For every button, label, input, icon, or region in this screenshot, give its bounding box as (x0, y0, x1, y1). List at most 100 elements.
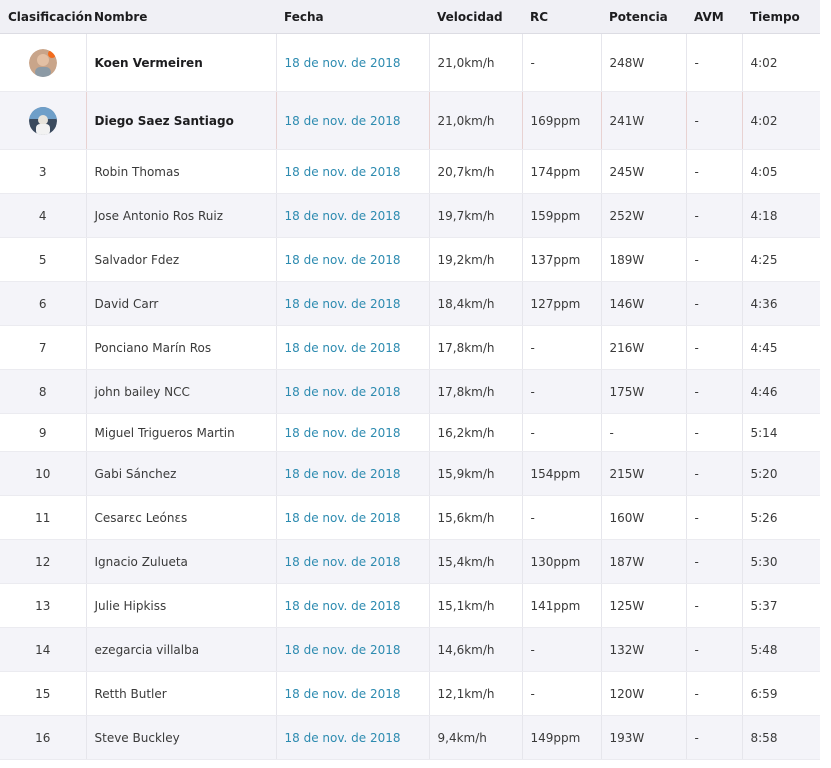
speed-cell: 15,1km/h (429, 583, 523, 628)
time-cell: 4:46 (742, 369, 820, 414)
activity-date-link[interactable]: 18 de nov. de 2018 (276, 495, 430, 540)
rank-cell: 11 (0, 495, 87, 540)
athlete-name-link[interactable]: Koen Vermeiren (86, 33, 277, 92)
athlete-name-link[interactable]: Ignacio Zulueta (86, 539, 277, 584)
time-cell: 8:58 (742, 715, 820, 760)
speed-cell: 19,7km/h (429, 193, 523, 238)
rc-cell: - (522, 495, 602, 540)
table-header: Clasificación Nombre Fecha Velocidad RC … (0, 0, 820, 34)
rank-cell: 12 (0, 539, 87, 584)
table-row: 5 Salvador Fdez 18 de nov. de 2018 19,2k… (0, 237, 820, 282)
header-time[interactable]: Tiempo (742, 0, 820, 34)
athlete-name-link[interactable]: Gabi Sánchez (86, 451, 277, 496)
header-name[interactable]: Nombre (86, 0, 276, 34)
athlete-name-link[interactable]: Robin Thomas (86, 149, 277, 194)
athlete-name-link[interactable]: Salvador Fdez (86, 237, 277, 282)
speed-cell: 21,0km/h (429, 33, 523, 92)
athlete-name-link[interactable]: Miguel Trigueros Martin (86, 413, 277, 452)
athlete-name-link[interactable]: Steve Buckley (86, 715, 277, 760)
activity-date-link[interactable]: 18 de nov. de 2018 (276, 413, 430, 452)
time-cell: 5:48 (742, 627, 820, 672)
activity-date-link[interactable]: 18 de nov. de 2018 (276, 91, 430, 150)
power-cell: 160W (601, 495, 687, 540)
header-date[interactable]: Fecha (276, 0, 429, 34)
header-row: Clasificación Nombre Fecha Velocidad RC … (0, 0, 820, 34)
table-row: 8 john bailey NCC 18 de nov. de 2018 17,… (0, 369, 820, 414)
athlete-name-link[interactable]: Ponciano Marín Ros (86, 325, 277, 370)
rank-cell (0, 91, 87, 150)
power-cell: 120W (601, 671, 687, 716)
avm-cell: - (686, 583, 743, 628)
time-cell: 4:45 (742, 325, 820, 370)
power-cell: 245W (601, 149, 687, 194)
avm-cell: - (686, 33, 743, 92)
avm-cell: - (686, 451, 743, 496)
medal-avatar-icon[interactable] (28, 48, 57, 77)
rank-cell: 16 (0, 715, 87, 760)
avm-cell: - (686, 149, 743, 194)
speed-cell: 19,2km/h (429, 237, 523, 282)
avm-cell: - (686, 413, 743, 452)
time-cell: 4:25 (742, 237, 820, 282)
speed-cell: 18,4km/h (429, 281, 523, 326)
activity-date-link[interactable]: 18 de nov. de 2018 (276, 325, 430, 370)
rank-cell (0, 33, 87, 92)
activity-date-link[interactable]: 18 de nov. de 2018 (276, 583, 430, 628)
table-row: Koen Vermeiren 18 de nov. de 2018 21,0km… (0, 33, 820, 92)
rc-cell: 137ppm (522, 237, 602, 282)
power-cell: 248W (601, 33, 687, 92)
time-cell: 5:14 (742, 413, 820, 452)
activity-date-link[interactable]: 18 de nov. de 2018 (276, 237, 430, 282)
table-body: Koen Vermeiren 18 de nov. de 2018 21,0km… (0, 33, 820, 760)
rank-cell: 3 (0, 149, 87, 194)
activity-date-link[interactable]: 18 de nov. de 2018 (276, 715, 430, 760)
avm-cell: - (686, 627, 743, 672)
athlete-name-link[interactable]: john bailey NCC (86, 369, 277, 414)
power-cell: 215W (601, 451, 687, 496)
power-cell: 132W (601, 627, 687, 672)
activity-date-link[interactable]: 18 de nov. de 2018 (276, 369, 430, 414)
time-cell: 4:05 (742, 149, 820, 194)
activity-date-link[interactable]: 18 de nov. de 2018 (276, 33, 430, 92)
speed-cell: 17,8km/h (429, 369, 523, 414)
rank-cell: 5 (0, 237, 87, 282)
athlete-name-link[interactable]: Jose Antonio Ros Ruiz (86, 193, 277, 238)
header-rank[interactable]: Clasificación (0, 0, 92, 34)
time-cell: 4:36 (742, 281, 820, 326)
rc-cell: 159ppm (522, 193, 602, 238)
rank-cell: 6 (0, 281, 87, 326)
rc-cell: 154ppm (522, 451, 602, 496)
athlete-name-link[interactable]: Diego Saez Santiago (86, 91, 277, 150)
rc-cell: 141ppm (522, 583, 602, 628)
avm-cell: - (686, 369, 743, 414)
activity-date-link[interactable]: 18 de nov. de 2018 (276, 539, 430, 584)
athlete-name-link[interactable]: Retth Butler (86, 671, 277, 716)
header-speed[interactable]: Velocidad (429, 0, 522, 34)
speed-cell: 9,4km/h (429, 715, 523, 760)
header-power[interactable]: Potencia (601, 0, 686, 34)
table-row: 9 Miguel Trigueros Martin 18 de nov. de … (0, 413, 820, 452)
athlete-name-link[interactable]: ezegarcia villalba (86, 627, 277, 672)
leaderboard-table-container: Clasificación Nombre Fecha Velocidad RC … (0, 0, 820, 768)
rc-cell: 127ppm (522, 281, 602, 326)
athlete-name-link[interactable]: Julie Hipkiss (86, 583, 277, 628)
power-cell: - (601, 413, 687, 452)
activity-date-link[interactable]: 18 de nov. de 2018 (276, 193, 430, 238)
speed-cell: 15,4km/h (429, 539, 523, 584)
header-rc[interactable]: RC (522, 0, 601, 34)
table-row: 16 Steve Buckley 18 de nov. de 2018 9,4k… (0, 715, 820, 760)
athlete-name-link[interactable]: Cesarεc Leónεs (86, 495, 277, 540)
avm-cell: - (686, 715, 743, 760)
header-avm[interactable]: AVM (686, 0, 742, 34)
activity-date-link[interactable]: 18 de nov. de 2018 (276, 671, 430, 716)
table-row: 11 Cesarεc Leónεs 18 de nov. de 2018 15,… (0, 495, 820, 540)
activity-date-link[interactable]: 18 de nov. de 2018 (276, 149, 430, 194)
activity-date-link[interactable]: 18 de nov. de 2018 (276, 451, 430, 496)
table-row: 13 Julie Hipkiss 18 de nov. de 2018 15,1… (0, 583, 820, 628)
power-cell: 252W (601, 193, 687, 238)
medal-avatar-icon[interactable] (28, 106, 57, 135)
activity-date-link[interactable]: 18 de nov. de 2018 (276, 281, 430, 326)
avm-cell: - (686, 671, 743, 716)
athlete-name-link[interactable]: David Carr (86, 281, 277, 326)
activity-date-link[interactable]: 18 de nov. de 2018 (276, 627, 430, 672)
